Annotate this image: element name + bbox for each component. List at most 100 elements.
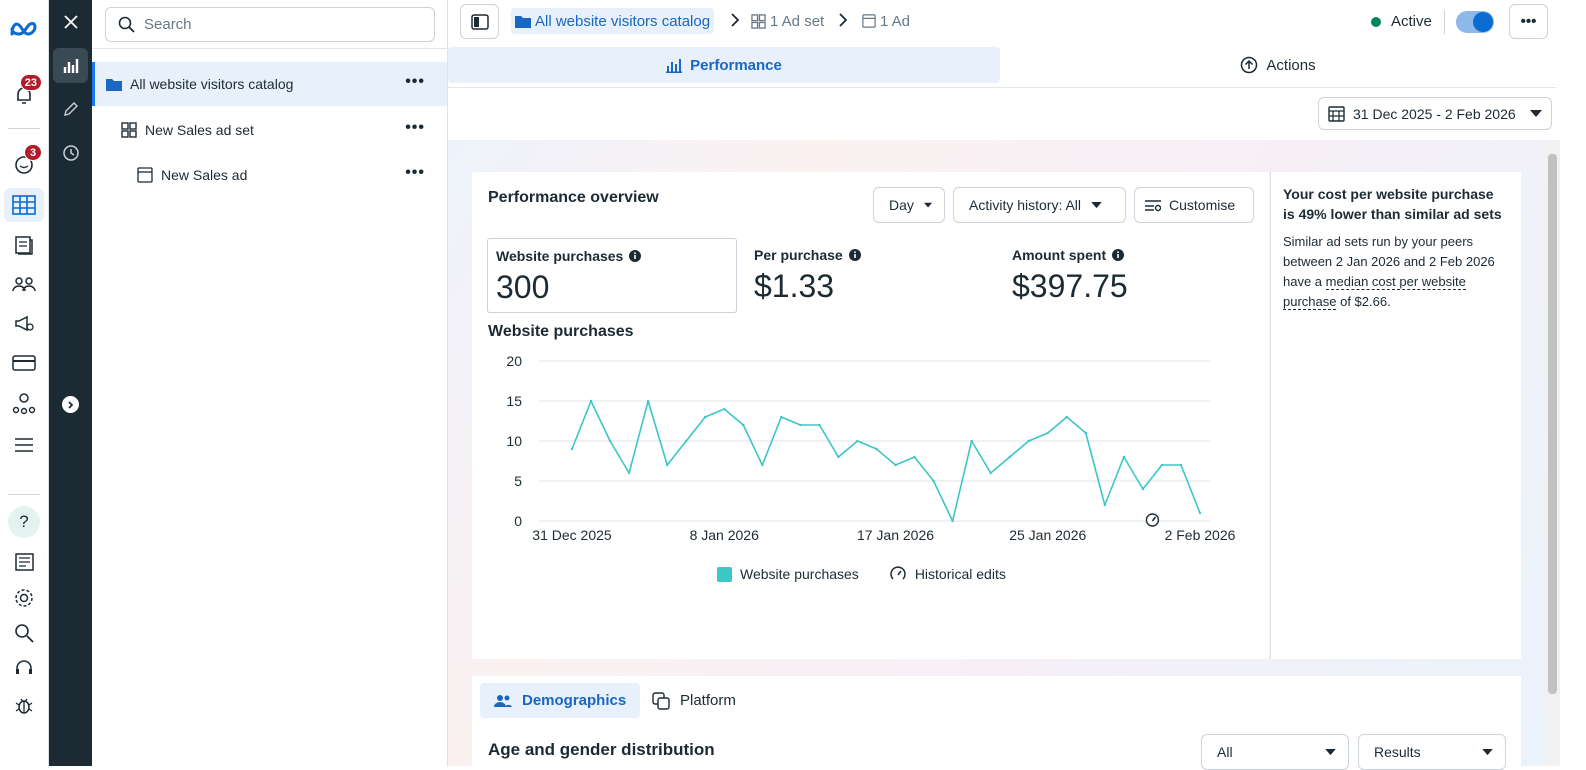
active-toggle[interactable] — [1456, 11, 1494, 33]
status-label: Active — [1391, 13, 1432, 30]
bug-report-icon[interactable] — [4, 688, 44, 722]
metric-amount-spent[interactable]: Amount spent $397.75 — [1004, 238, 1254, 313]
search-icon — [118, 16, 135, 33]
data-point — [646, 399, 650, 403]
ad-icon — [862, 14, 876, 28]
distribution-title: Age and gender distribution — [488, 740, 715, 759]
breadcrumb-campaign[interactable]: All website visitors catalog — [511, 8, 715, 34]
platform-icon — [652, 691, 670, 710]
granularity-select[interactable]: Day — [873, 187, 945, 223]
tree-item-ad[interactable]: New Sales ad ••• — [92, 153, 447, 197]
all-tools-icon[interactable] — [4, 428, 44, 462]
insight-card: Your cost per website purchase is 49% lo… — [1270, 172, 1521, 659]
adset-icon — [121, 122, 137, 138]
tab-demographics[interactable]: Demographics — [480, 683, 641, 718]
support-icon[interactable] — [4, 652, 44, 686]
date-range-picker[interactable]: 31 Dec 2025 - 2 Feb 2026 — [1318, 97, 1552, 130]
filter-all-select[interactable]: All — [1201, 734, 1349, 770]
edit-icon[interactable] — [53, 91, 88, 126]
more-options-icon[interactable]: ••• — [405, 165, 425, 181]
tree-item-campaign[interactable]: All website visitors catalog ••• — [92, 62, 447, 106]
data-point — [761, 463, 764, 467]
metric-label: Amount spent — [1012, 247, 1107, 263]
data-point — [1046, 431, 1049, 435]
search-input[interactable] — [144, 16, 424, 33]
insight-body: Similar ad sets run by your peers betwee… — [1283, 234, 1495, 310]
breadcrumb-campaign-label: All website visitors catalog — [535, 12, 711, 30]
business-settings-icon[interactable] — [4, 386, 44, 420]
tab-performance[interactable]: Performance — [448, 47, 1000, 83]
customise-label: Customise — [1169, 197, 1236, 213]
more-options-icon[interactable]: ••• — [405, 120, 425, 136]
scrollbar[interactable] — [1546, 140, 1560, 766]
metric-website-purchases[interactable]: Website purchases 300 — [487, 238, 737, 313]
close-icon[interactable] — [53, 4, 88, 39]
data-point — [589, 399, 593, 403]
more-options-button[interactable]: ••• — [1509, 4, 1548, 39]
campaigns-icon[interactable] — [4, 306, 44, 340]
tree-item-adset[interactable]: New Sales ad set ••• — [92, 108, 447, 152]
metric-value: $1.33 — [754, 268, 835, 304]
more-options-icon[interactable]: ••• — [405, 74, 425, 90]
expand-chevron-icon[interactable] — [62, 396, 79, 413]
data-point — [932, 479, 935, 483]
billing-icon[interactable] — [4, 346, 44, 380]
audiences-icon[interactable] — [4, 267, 44, 301]
sliders-icon — [1145, 200, 1161, 212]
toggle-panel-button[interactable] — [460, 4, 499, 39]
data-point — [856, 439, 859, 443]
data-point — [1065, 415, 1068, 419]
customise-button[interactable]: Customise — [1134, 187, 1254, 223]
legend-website-purchases[interactable]: Website purchases — [717, 566, 859, 582]
activity-history-select[interactable]: Activity history: All — [953, 187, 1126, 223]
news-icon[interactable] — [4, 545, 44, 579]
tab-actions[interactable]: Actions — [1000, 47, 1556, 83]
history-icon[interactable] — [53, 135, 88, 170]
tree-item-label: New Sales ad set — [145, 122, 254, 138]
help-icon[interactable]: ? — [4, 505, 44, 539]
breadcrumb-ad[interactable]: 1 Ad — [862, 8, 910, 34]
filter-results-select[interactable]: Results — [1358, 734, 1506, 770]
data-point — [1027, 439, 1030, 443]
view-tabs: Performance Actions — [448, 44, 1556, 88]
metric-value: 300 — [496, 269, 550, 305]
pages-icon[interactable] — [4, 228, 44, 262]
caret-down-icon — [1091, 201, 1102, 208]
search-icon[interactable] — [4, 616, 44, 650]
messages-icon[interactable]: 3 — [4, 144, 44, 182]
tab-platform[interactable]: Platform — [638, 683, 750, 718]
caret-down-icon — [923, 202, 932, 208]
breadcrumb-adset-label: 1 Ad set — [770, 12, 825, 30]
ad-icon — [137, 167, 153, 183]
granularity-label: Day — [889, 197, 914, 213]
metric-per-purchase[interactable]: Per purchase $1.33 — [746, 238, 996, 313]
legend-historical-edits[interactable]: Historical edits — [889, 565, 1006, 583]
data-point — [894, 463, 897, 467]
data-point — [570, 447, 574, 451]
data-point — [1122, 455, 1126, 459]
calendar-icon — [1328, 106, 1345, 122]
data-point — [989, 471, 992, 475]
info-icon[interactable] — [848, 249, 861, 261]
y-tick-label: 5 — [514, 473, 522, 489]
data-point — [913, 455, 916, 459]
top-bar: All website visitors catalog 1 Ad set 1 … — [448, 0, 1586, 44]
bar-chart-icon — [666, 58, 683, 73]
ads-manager-icon[interactable] — [4, 188, 44, 222]
people-icon — [494, 694, 512, 707]
tree-search[interactable] — [105, 7, 435, 42]
info-icon[interactable] — [1112, 249, 1125, 261]
notifications-icon[interactable]: 23 — [4, 74, 44, 112]
breadcrumb-adset[interactable]: 1 Ad set — [751, 8, 824, 34]
data-point — [951, 519, 954, 523]
caret-down-icon — [1325, 748, 1336, 755]
y-tick-label: 10 — [506, 433, 522, 449]
performance-tool-icon[interactable] — [53, 48, 88, 83]
info-icon[interactable] — [629, 250, 642, 262]
chevron-right-icon — [731, 13, 740, 27]
meta-logo[interactable] — [4, 12, 44, 46]
data-point — [684, 439, 688, 443]
settings-icon[interactable] — [4, 581, 44, 615]
status-dot — [1371, 16, 1381, 27]
adset-icon — [751, 13, 766, 29]
